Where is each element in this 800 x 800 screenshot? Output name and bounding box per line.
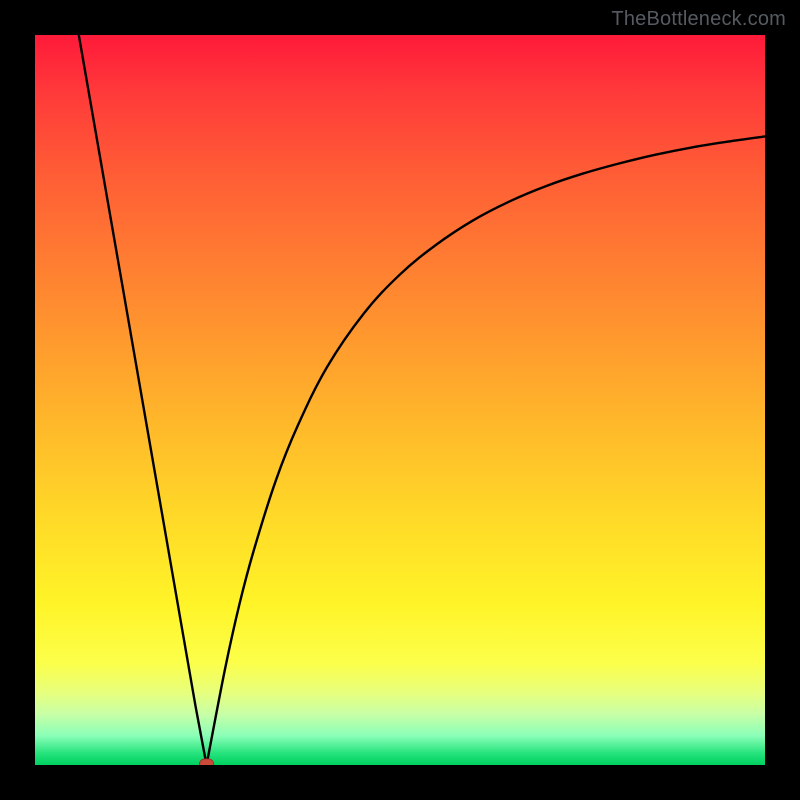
chart-frame: TheBottleneck.com xyxy=(0,0,800,800)
watermark-text: TheBottleneck.com xyxy=(611,8,786,31)
bottleneck-curve xyxy=(79,35,765,765)
curve-layer xyxy=(35,35,765,765)
minimum-marker xyxy=(200,759,214,765)
plot-area xyxy=(35,35,765,765)
